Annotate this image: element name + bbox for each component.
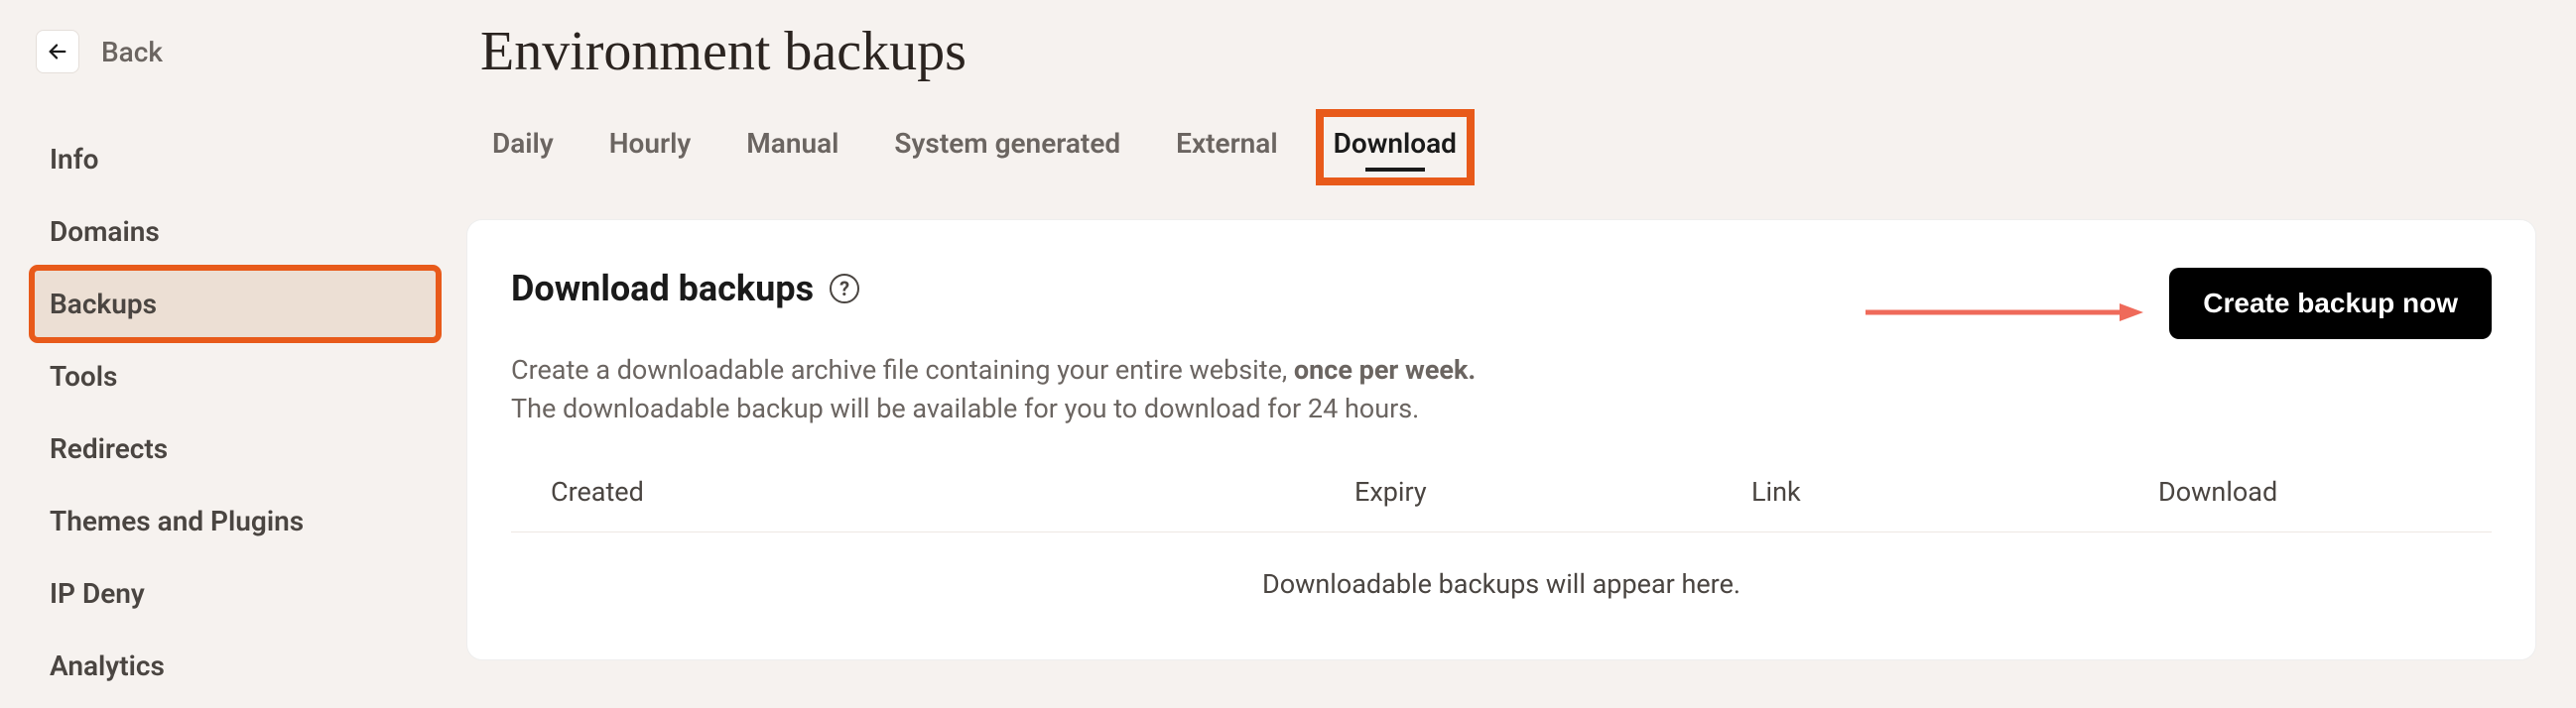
- main-content: Environment backups Daily Hourly Manual …: [456, 0, 2576, 708]
- panel-description: Create a downloadable archive file conta…: [511, 351, 2492, 428]
- panel-desc-pre: Create a downloadable archive file conta…: [511, 354, 1294, 386]
- create-area: Create backup now: [1866, 268, 2492, 339]
- panel-header: Download backups ? Create backup now: [511, 268, 2492, 339]
- panel-title: Download backups: [511, 268, 814, 309]
- back-label: Back: [101, 36, 163, 68]
- sidebar: Back Info Domains Backups Tools Redirect…: [0, 0, 456, 708]
- sidebar-item-label: Analytics: [50, 649, 165, 682]
- empty-state: Downloadable backups will appear here.: [511, 532, 2492, 600]
- column-header-expiry: Expiry: [1354, 476, 1751, 508]
- sidebar-item-label: Redirects: [50, 432, 168, 465]
- sidebar-item-label: Tools: [50, 360, 117, 393]
- back-button[interactable]: [36, 30, 79, 73]
- sidebar-item-label: Info: [50, 143, 99, 176]
- create-backup-button[interactable]: Create backup now: [2169, 268, 2492, 339]
- tab-system-generated[interactable]: System generated: [894, 127, 1120, 168]
- sidebar-nav: Info Domains Backups Tools Redirects The…: [32, 123, 439, 702]
- panel-title-row: Download backups ?: [511, 268, 859, 309]
- tab-external[interactable]: External: [1176, 127, 1277, 168]
- panel-desc-strong: once per week.: [1294, 354, 1476, 386]
- tab-label: Daily: [492, 127, 554, 160]
- annotation-arrow-icon: [1866, 300, 2143, 306]
- tabs: Daily Hourly Manual System generated Ext…: [492, 127, 2536, 168]
- column-header-download: Download: [2158, 476, 2452, 508]
- sidebar-item-info[interactable]: Info: [32, 123, 439, 195]
- tab-daily[interactable]: Daily: [492, 127, 554, 168]
- tab-label: External: [1176, 127, 1277, 160]
- sidebar-item-label: Domains: [50, 215, 160, 248]
- sidebar-item-analytics[interactable]: Analytics: [32, 630, 439, 702]
- sidebar-item-label: IP Deny: [50, 577, 145, 610]
- tab-label: Manual: [746, 127, 838, 160]
- sidebar-item-label: Backups: [50, 288, 157, 320]
- column-header-created: Created: [551, 476, 1354, 508]
- tab-hourly[interactable]: Hourly: [609, 127, 692, 168]
- sidebar-item-domains[interactable]: Domains: [32, 195, 439, 268]
- tab-label: System generated: [894, 127, 1120, 160]
- table-header: Created Expiry Link Download: [511, 476, 2492, 532]
- help-icon[interactable]: ?: [830, 274, 859, 303]
- arrow-left-icon: [47, 41, 68, 62]
- tab-manual[interactable]: Manual: [746, 127, 838, 168]
- back-row: Back: [36, 30, 439, 73]
- sidebar-item-label: Themes and Plugins: [50, 505, 304, 537]
- page-title: Environment backups: [480, 20, 2536, 83]
- column-header-link: Link: [1751, 476, 2158, 508]
- sidebar-item-themes-plugins[interactable]: Themes and Plugins: [32, 485, 439, 557]
- tab-download[interactable]: Download: [1334, 127, 1457, 168]
- sidebar-item-backups[interactable]: Backups: [32, 268, 439, 340]
- tab-label: Download: [1334, 127, 1457, 160]
- sidebar-item-tools[interactable]: Tools: [32, 340, 439, 413]
- sidebar-item-redirects[interactable]: Redirects: [32, 413, 439, 485]
- download-backups-panel: Download backups ? Create backup now Cre…: [466, 219, 2536, 660]
- panel-desc-line2: The downloadable backup will be availabl…: [511, 393, 1419, 424]
- sidebar-item-ip-deny[interactable]: IP Deny: [32, 557, 439, 630]
- tab-label: Hourly: [609, 127, 692, 160]
